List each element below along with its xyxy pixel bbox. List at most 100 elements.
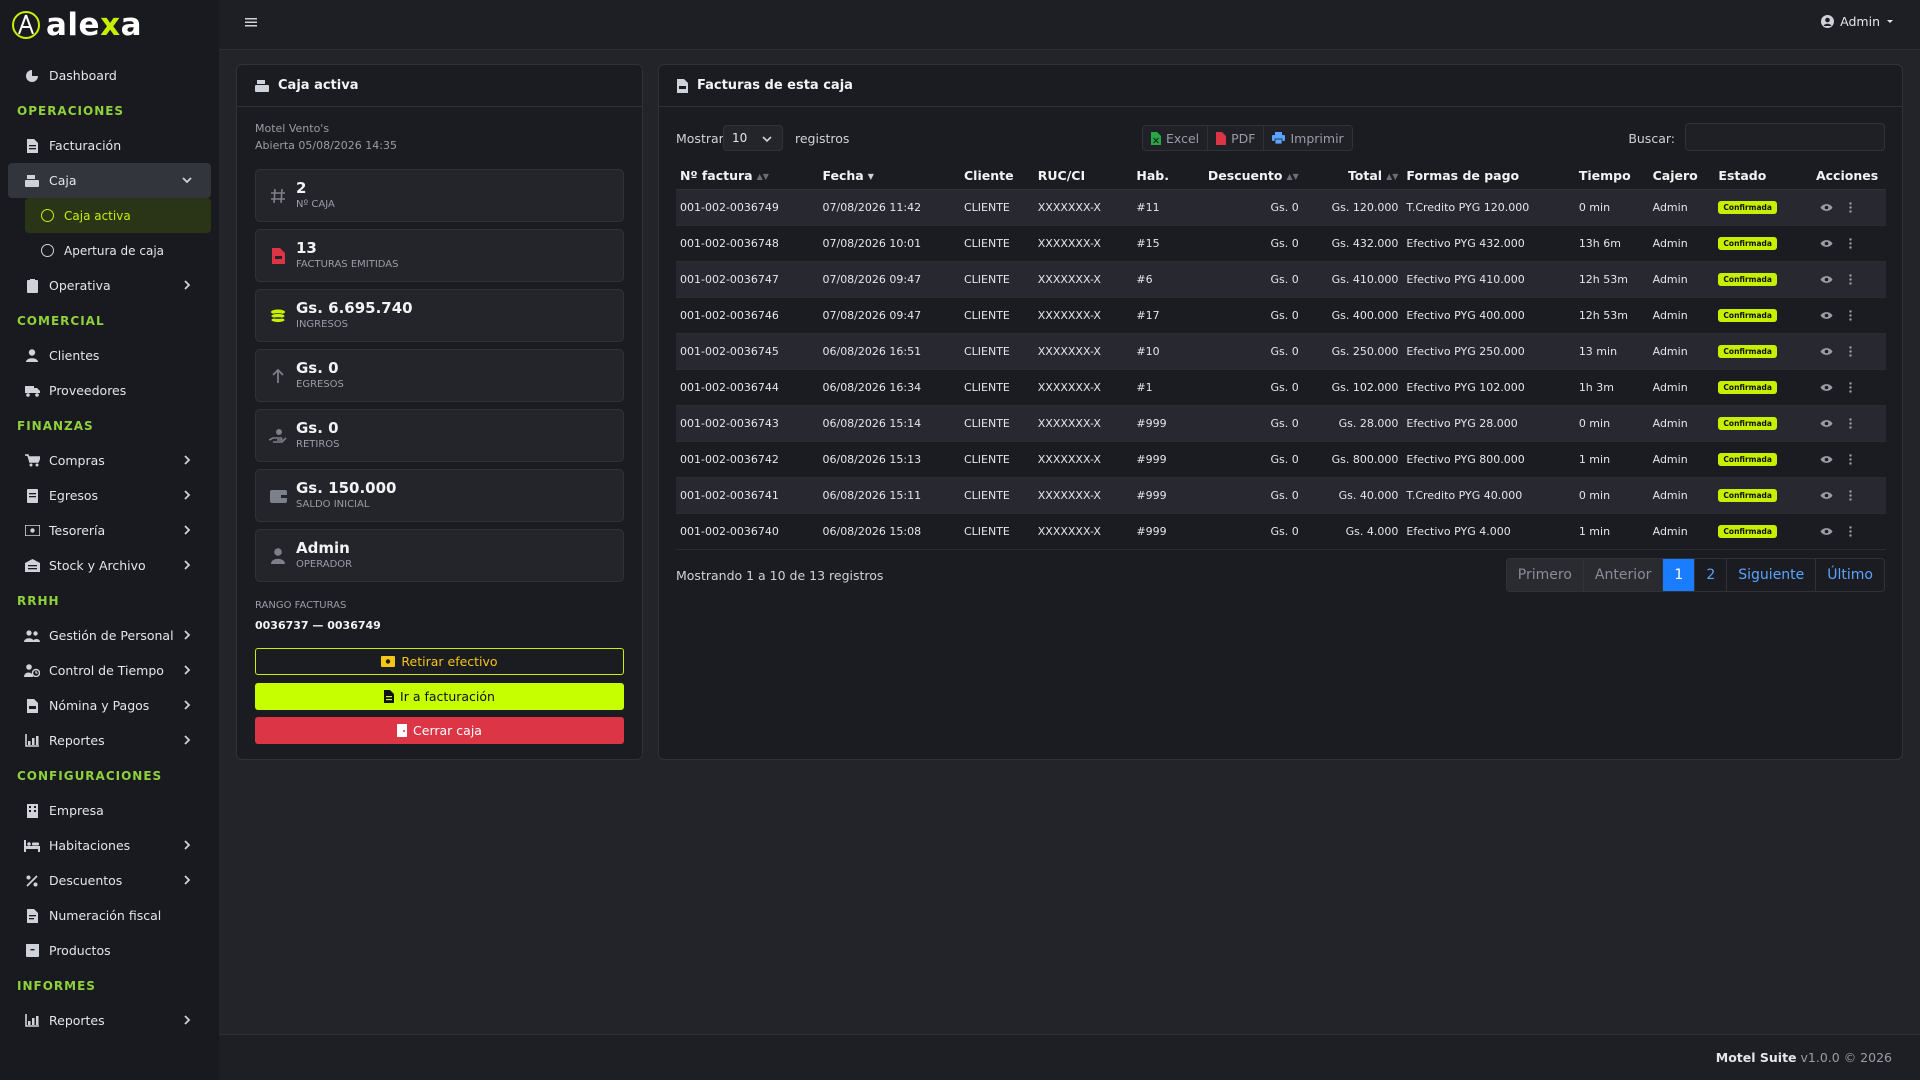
user-icon — [24, 348, 40, 364]
more-vertical-icon[interactable] — [1849, 381, 1852, 393]
table-row[interactable]: 001-002-0036745 06/08/2026 16:51 CLIENTE XX… — [676, 333, 1886, 370]
brand-logo[interactable]: alexa — [0, 0, 219, 50]
sidebar-item-empresa[interactable]: Empresa — [8, 793, 211, 828]
sidebar-item-label: Operativa — [49, 278, 111, 293]
sidebar-item-operativa[interactable]: Operativa — [8, 268, 211, 303]
page-next-button[interactable]: Siguiente — [1727, 559, 1817, 591]
col-header-descuento[interactable]: Descuento ▲▼ — [1203, 162, 1303, 190]
col-header-total[interactable]: Total ▲▼ — [1302, 162, 1403, 190]
chart-bar-icon — [24, 1013, 40, 1029]
sidebar-item-proveedores[interactable]: Proveedores — [8, 373, 211, 408]
table-row[interactable]: 001-002-0036743 06/08/2026 15:14 CLIENTE XX… — [676, 405, 1886, 442]
eye-icon[interactable] — [1820, 275, 1833, 284]
more-vertical-icon[interactable] — [1849, 273, 1852, 285]
pdf-button[interactable]: PDF — [1208, 126, 1265, 150]
page-length-select[interactable]: 10 — [723, 125, 783, 151]
table-row[interactable]: 001-002-0036747 07/08/2026 09:47 CLIENTE XX… — [676, 261, 1886, 298]
sidebar-item-clientes[interactable]: Clientes — [8, 338, 211, 373]
col-header-estado[interactable]: Estado — [1714, 162, 1812, 190]
sidebar-item-facturacion[interactable]: Facturación — [8, 128, 211, 163]
sidebar-item-caja[interactable]: Caja — [8, 163, 211, 198]
retirar-efectivo-button[interactable]: Retirar efectivo — [255, 648, 624, 675]
eye-icon[interactable] — [1820, 455, 1833, 464]
sidebar-item-nomina[interactable]: Nómina y Pagos — [8, 688, 211, 723]
sidebar-item-reportes-rrhh[interactable]: Reportes — [8, 723, 211, 758]
more-vertical-icon[interactable] — [1849, 237, 1852, 249]
col-header-hab[interactable]: Hab. — [1132, 162, 1204, 190]
more-vertical-icon[interactable] — [1849, 309, 1852, 321]
eye-icon[interactable] — [1820, 419, 1833, 428]
more-vertical-icon[interactable] — [1849, 345, 1852, 357]
col-header-cajero[interactable]: Cajero — [1648, 162, 1715, 190]
sidebar-item-numeracion[interactable]: Numeración fiscal — [8, 898, 211, 933]
user-name: Admin — [1840, 14, 1880, 29]
more-vertical-icon[interactable] — [1849, 201, 1852, 213]
sidebar-item-apertura-caja[interactable]: Apertura de caja — [25, 233, 211, 268]
excel-button[interactable]: Excel — [1143, 126, 1209, 150]
chevron-right-icon — [181, 524, 193, 536]
col-header-num[interactable]: Nº factura ▲▼ — [676, 162, 819, 190]
page-last-button[interactable]: Último — [1816, 559, 1884, 591]
sidebar-item-label: Tesorería — [49, 523, 106, 538]
wallet-icon — [268, 486, 288, 506]
eye-icon[interactable] — [1820, 491, 1833, 500]
cell-ruc: XXXXXXX-X — [1033, 189, 1133, 226]
sidebar-item-tiempo[interactable]: Control de Tiempo — [8, 653, 211, 688]
eye-icon[interactable] — [1820, 239, 1833, 248]
cell-acciones — [1811, 189, 1886, 226]
sidebar-item-stock[interactable]: Stock y Archivo — [8, 548, 211, 583]
sidebar-item-personal[interactable]: Gestión de Personal — [8, 618, 211, 653]
table-row[interactable]: 001-002-0036740 06/08/2026 15:08 CLIENTE XX… — [676, 513, 1886, 550]
col-header-tiempo[interactable]: Tiempo — [1574, 162, 1649, 190]
page-2-button[interactable]: 2 — [1695, 559, 1728, 591]
sidebar-item-habitaciones[interactable]: Habitaciones — [8, 828, 211, 863]
stat-value: Gs. 0 — [296, 419, 339, 437]
sidebar-item-reportes-informes[interactable]: Reportes — [8, 1003, 211, 1038]
page-prev-button[interactable]: Anterior — [1583, 559, 1664, 591]
table-row[interactable]: 001-002-0036741 06/08/2026 15:11 CLIENTE XX… — [676, 477, 1886, 514]
more-vertical-icon[interactable] — [1849, 525, 1852, 537]
search-input[interactable] — [1685, 123, 1885, 151]
hamburger-menu-icon[interactable] — [245, 16, 257, 28]
col-header-ruc[interactable]: RUC/CI — [1033, 162, 1133, 190]
sidebar-item-dashboard[interactable]: Dashboard — [8, 58, 211, 93]
sidebar-item-egresos[interactable]: Egresos — [8, 478, 211, 513]
sidebar-item-descuentos[interactable]: Descuentos — [8, 863, 211, 898]
facturas-table: Nº factura ▲▼ Fecha ▼ Cliente RUC/CI Hab. … — [676, 162, 1886, 550]
table-controls: Mostrar 10 registros Excel PDF Imprimir … — [676, 123, 1885, 153]
sidebar-item-productos[interactable]: Productos — [8, 933, 211, 968]
stat-value: Gs. 6.695.740 — [296, 299, 413, 317]
col-header-fecha[interactable]: Fecha ▼ — [818, 162, 960, 190]
page-1-button[interactable]: 1 — [1663, 559, 1696, 591]
sidebar-item-compras[interactable]: Compras — [8, 443, 211, 478]
table-row[interactable]: 001-002-0036746 07/08/2026 09:47 CLIENTE XX… — [676, 297, 1886, 334]
file-invoice-icon — [24, 698, 40, 714]
cell-ruc: XXXXXXX-X — [1033, 441, 1133, 478]
footer: Motel Suite v1.0.0 © 2026 — [219, 1034, 1920, 1080]
print-button[interactable]: Imprimir — [1264, 126, 1351, 150]
eye-icon[interactable] — [1820, 311, 1833, 320]
eye-icon[interactable] — [1820, 203, 1833, 212]
eye-icon[interactable] — [1820, 383, 1833, 392]
more-vertical-icon[interactable] — [1849, 453, 1852, 465]
page-first-button[interactable]: Primero — [1506, 559, 1584, 591]
user-menu[interactable]: Admin — [1821, 14, 1894, 29]
circle-icon — [41, 209, 54, 222]
more-vertical-icon[interactable] — [1849, 417, 1852, 429]
topbar: Admin — [219, 0, 1920, 50]
eye-icon[interactable] — [1820, 347, 1833, 356]
col-header-pago[interactable]: Formas de pago — [1402, 162, 1575, 190]
sidebar-item-caja-activa[interactable]: Caja activa — [25, 198, 211, 233]
section-rrhh: RRHH — [17, 593, 60, 608]
table-row[interactable]: 001-002-0036748 07/08/2026 10:01 CLIENTE XX… — [676, 225, 1886, 262]
ir-facturacion-button[interactable]: Ir a facturación — [255, 683, 624, 710]
more-vertical-icon[interactable] — [1849, 489, 1852, 501]
sidebar-item-tesoreria[interactable]: Tesorería — [8, 513, 211, 548]
table-row[interactable]: 001-002-0036749 07/08/2026 11:42 CLIENTE XX… — [676, 189, 1886, 226]
table-row[interactable]: 001-002-0036742 06/08/2026 15:13 CLIENTE XX… — [676, 441, 1886, 478]
cerrar-caja-button[interactable]: Cerrar caja — [255, 717, 624, 744]
col-header-cliente[interactable]: Cliente — [959, 162, 1034, 190]
eye-icon[interactable] — [1820, 527, 1833, 536]
table-row[interactable]: 001-002-0036744 06/08/2026 16:34 CLIENTE XX… — [676, 369, 1886, 406]
stat-value: Admin — [296, 539, 350, 557]
